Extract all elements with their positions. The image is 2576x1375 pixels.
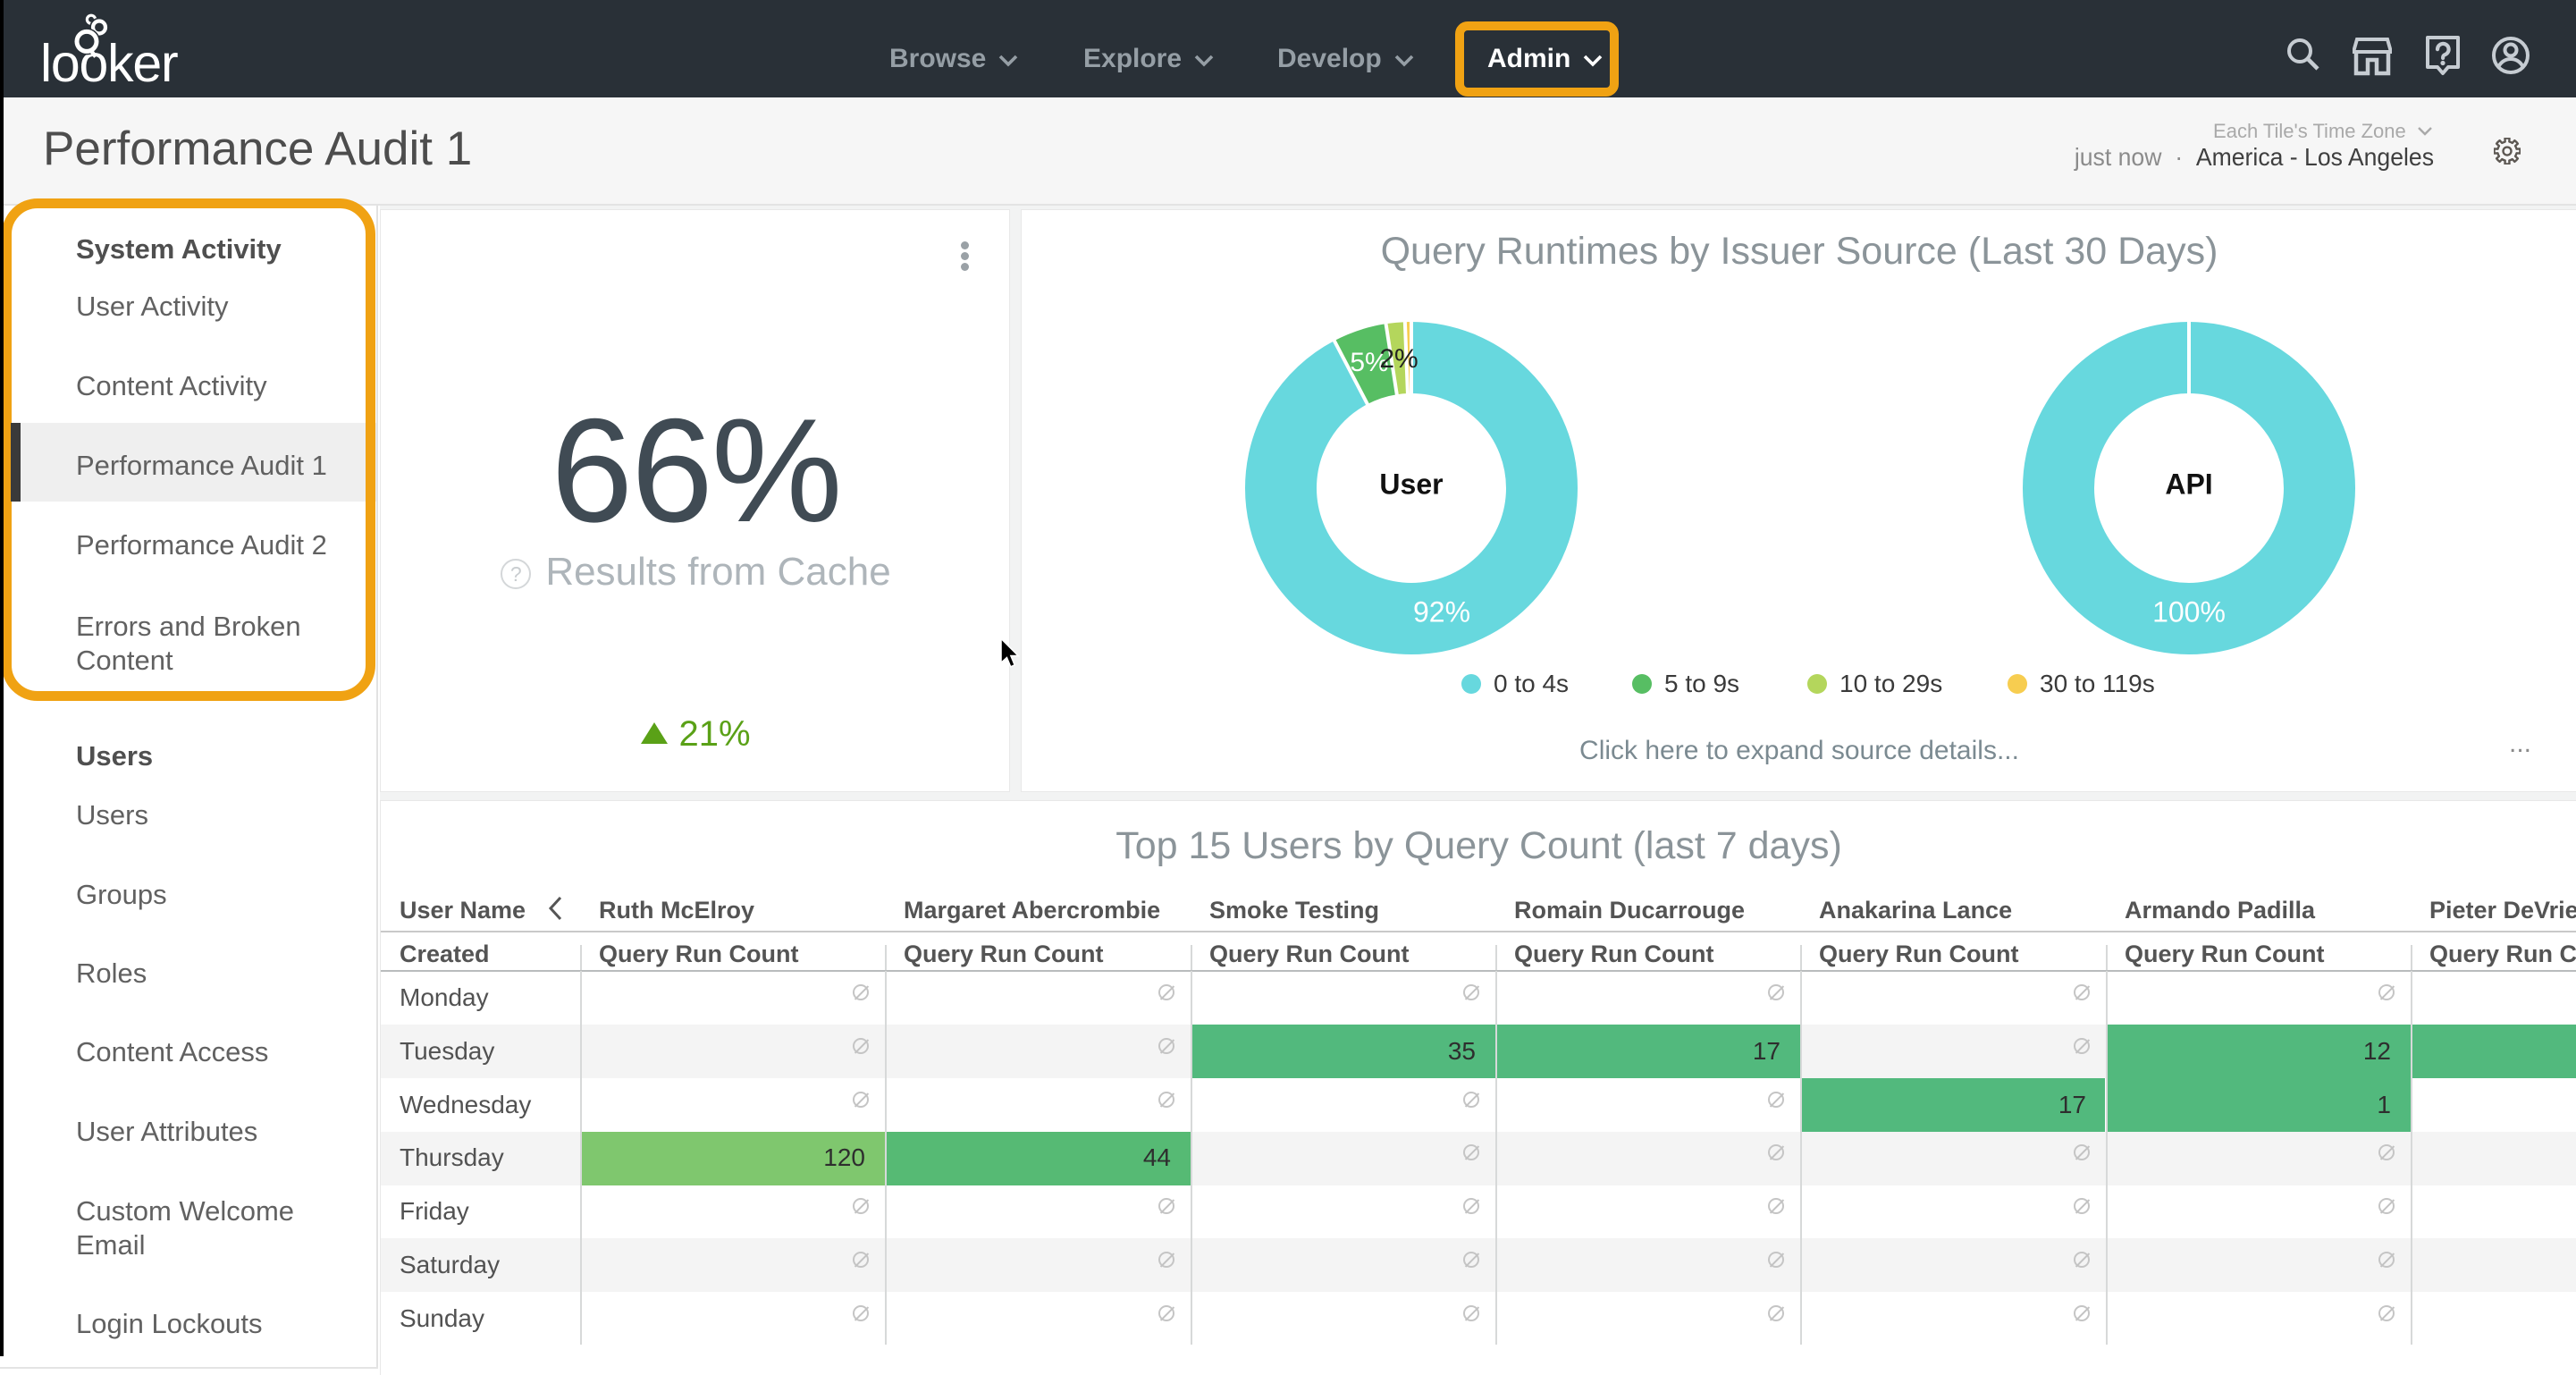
svg-text:looker: looker	[40, 34, 178, 93]
